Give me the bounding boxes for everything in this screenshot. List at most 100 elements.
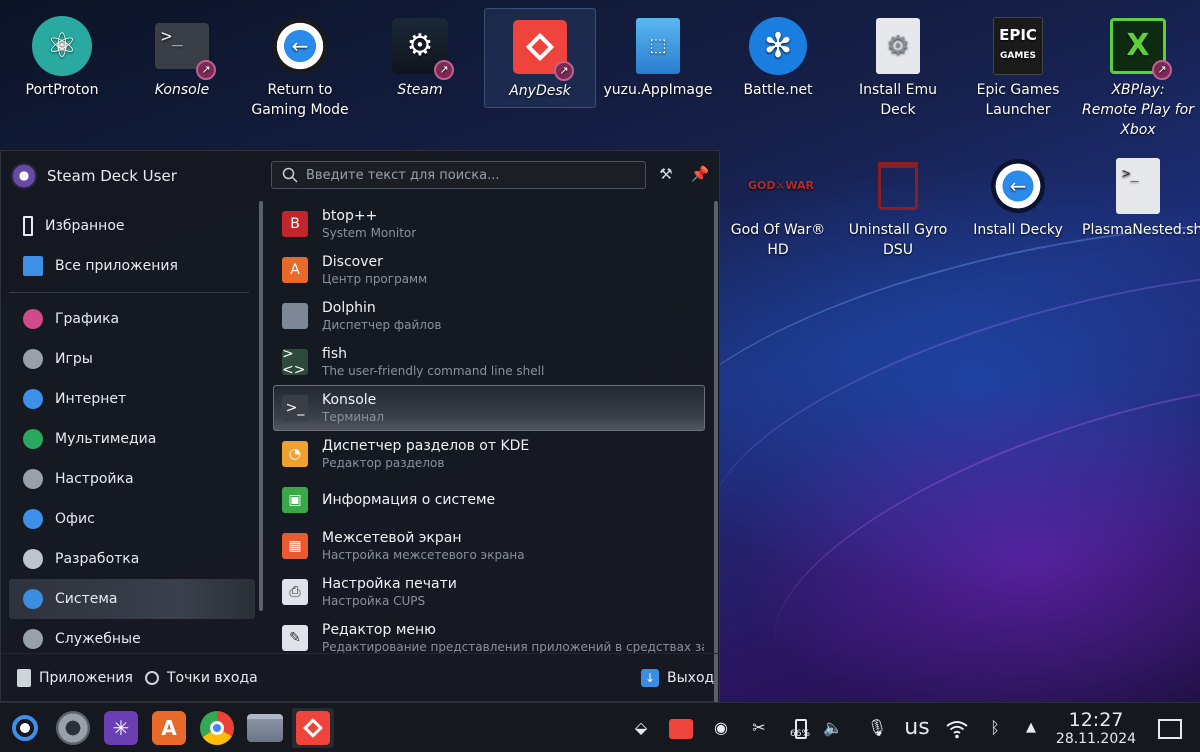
applications-icon: [17, 668, 31, 687]
desktop-icon-label: Return to Gaming Mode: [251, 82, 349, 118]
category-label: Все приложения: [55, 258, 178, 274]
settings-gear-icon: [56, 711, 90, 745]
category-7[interactable]: Офис: [9, 499, 255, 539]
app-item[interactable]: >_ Konsole Терминал: [273, 385, 705, 431]
desktop-icon-battlenet[interactable]: ✻ Battle.net: [722, 8, 834, 106]
app-text: Konsole Терминал: [322, 392, 384, 425]
application-launcher: Steam Deck User Введите текст для поиска…: [0, 150, 720, 706]
app-list-scrollbar[interactable]: [714, 201, 718, 706]
category-1[interactable]: Все приложения: [9, 246, 255, 286]
emudeck-file-icon: ⚙: [868, 16, 928, 76]
category-label: Интернет: [55, 391, 127, 407]
app-icon-glyph: ><>: [282, 346, 306, 378]
show-desktop-icon[interactable]: [1152, 713, 1188, 743]
category-0[interactable]: Избранное: [9, 206, 255, 246]
trash-icon: [868, 156, 928, 216]
desktop-icon-appimage-file[interactable]: ⬚ yuzu.AppImage: [602, 8, 714, 106]
app-text: Dolphin Диспетчер файлов: [322, 300, 441, 333]
search-icon: [282, 167, 298, 183]
desktop-icon-label: AnyDesk: [509, 83, 571, 99]
category-5[interactable]: Мультимедиа: [9, 419, 255, 459]
taskbar-discover[interactable]: A: [148, 708, 190, 748]
search-input[interactable]: Введите текст для поиска...: [271, 161, 646, 189]
tab-places-label: Точки входа: [167, 669, 258, 686]
desktop-icon-portproton[interactable]: ⚛ PortProton: [6, 8, 118, 106]
app-item[interactable]: ><> fish The user-friendly command line sh…: [273, 339, 705, 385]
wifi-icon[interactable]: [942, 713, 972, 743]
chrome-icon: [200, 711, 234, 745]
discover-icon: A: [152, 711, 186, 745]
app-item[interactable]: A Discover Центр программ: [273, 247, 705, 293]
desktop-icon-label: Install Decky: [973, 222, 1063, 238]
app-icon: ⎙: [282, 579, 308, 605]
desktop-icon-script-file[interactable]: >_ PlasmaNested.sh: [1082, 148, 1200, 246]
app-item[interactable]: ▣ Информация о системе: [273, 477, 705, 523]
taskbar-anydesk[interactable]: [292, 708, 334, 748]
category-3[interactable]: Игры: [9, 339, 255, 379]
user-avatar[interactable]: [11, 163, 37, 189]
category-6[interactable]: Настройка: [9, 459, 255, 499]
keyboard-layout[interactable]: us: [898, 713, 936, 743]
microphone-icon[interactable]: 🎙: [864, 713, 890, 743]
desktop-icon-god-of-war[interactable]: GOD⚔WAR God Of War® HD: [722, 148, 834, 266]
app-icon: ▦: [282, 533, 308, 559]
steam-tray-icon[interactable]: ◉: [706, 713, 736, 743]
desktop-icon-return-gaming[interactable]: ← Return to Gaming Mode: [244, 8, 356, 126]
digital-clock[interactable]: 12:27 28.11.2024: [1054, 709, 1138, 747]
app-icon: B: [282, 211, 308, 237]
taskbar-dolphin[interactable]: [244, 708, 286, 748]
tab-places[interactable]: Точки входа: [145, 670, 258, 686]
category-9[interactable]: Система: [9, 579, 255, 619]
desktop-icon-anydesk[interactable]: ↗ AnyDesk: [484, 8, 596, 108]
desktop-icon-xbplay[interactable]: X ↗ XBPlay: Remote Play for Xbox: [1082, 8, 1194, 146]
desktop-icon-trash[interactable]: Uninstall Gyro DSU: [842, 148, 954, 266]
launcher-button[interactable]: [4, 708, 44, 748]
volume-icon[interactable]: 🔈: [820, 713, 846, 743]
desktop-icon-emudeck-file[interactable]: ⚙ Install Emu Deck: [842, 8, 954, 126]
tab-applications[interactable]: Приложения: [17, 668, 133, 687]
desktop-icon-label: Install Emu Deck: [859, 82, 937, 118]
category-2[interactable]: Графика: [9, 299, 255, 339]
desktop-icon-konsole[interactable]: >_ ↗ Konsole: [126, 8, 238, 106]
category-icon: [23, 589, 43, 609]
configure-icon[interactable]: ⚒: [655, 163, 677, 185]
leave-button[interactable]: ↓ Выход: [641, 668, 714, 687]
pin-icon[interactable]: 📌: [689, 163, 711, 185]
user-header[interactable]: Steam Deck User: [11, 163, 177, 189]
category-label: Служебные: [55, 631, 141, 647]
category-icon: [23, 389, 43, 409]
launcher-footer: Приложения Точки входа ↓ Выход: [1, 653, 719, 701]
desktop-icon-label: Steam: [397, 82, 443, 98]
taskbar-system-settings[interactable]: [52, 708, 94, 748]
category-8[interactable]: Разработка: [9, 539, 255, 579]
desktop-icon-steam[interactable]: ⚙ ↗ Steam: [364, 8, 476, 106]
taskbar-kdeconnect[interactable]: ✳: [100, 708, 142, 748]
app-description: Редактор разделов: [322, 455, 445, 470]
category-4[interactable]: Интернет: [9, 379, 255, 419]
desktop-icon-decky[interactable]: ← Install Decky: [962, 148, 1074, 246]
desktop-icon-epic-games[interactable]: EPIC GAMES Epic Games Launcher: [962, 8, 1074, 126]
taskbar-chrome[interactable]: [196, 708, 238, 748]
category-scrollbar[interactable]: [259, 201, 263, 611]
decky-tray-icon[interactable]: ⬙: [626, 713, 656, 743]
search-placeholder: Введите текст для поиска...: [306, 167, 500, 183]
clipboard-scissors-icon[interactable]: ✂: [744, 713, 774, 743]
app-list: Bbtop++ System Monitor A Discover Центр прог…: [273, 201, 705, 661]
bluetooth-icon[interactable]: ᛒ: [982, 713, 1008, 743]
app-item[interactable]: Bbtop++ System Monitor: [273, 201, 705, 247]
show-hidden-tray-icon[interactable]: ▲: [1018, 713, 1044, 743]
app-icon-glyph: ⎙: [289, 584, 301, 600]
battery-icon[interactable]: 66%: [786, 713, 816, 743]
app-name: fish: [322, 345, 347, 362]
app-item[interactable]: Dolphin Диспетчер файлов: [273, 293, 705, 339]
clock-time: 12:27: [1068, 709, 1124, 731]
anydesk-tray-icon[interactable]: [666, 713, 696, 743]
category-label: Офис: [55, 511, 95, 527]
app-icon-glyph: ✎: [289, 630, 301, 646]
app-item[interactable]: ⎙ Настройка печати Настройка CUPS: [273, 569, 705, 615]
app-name: btop++: [322, 207, 378, 224]
app-item[interactable]: ▦ Межсетевой экран Настройка межсетевого э…: [273, 523, 705, 569]
app-icon-glyph: B: [290, 216, 300, 232]
user-name: Steam Deck User: [47, 167, 177, 185]
app-item[interactable]: ◔ Диспетчер разделов от KDE Редактор разде…: [273, 431, 705, 477]
